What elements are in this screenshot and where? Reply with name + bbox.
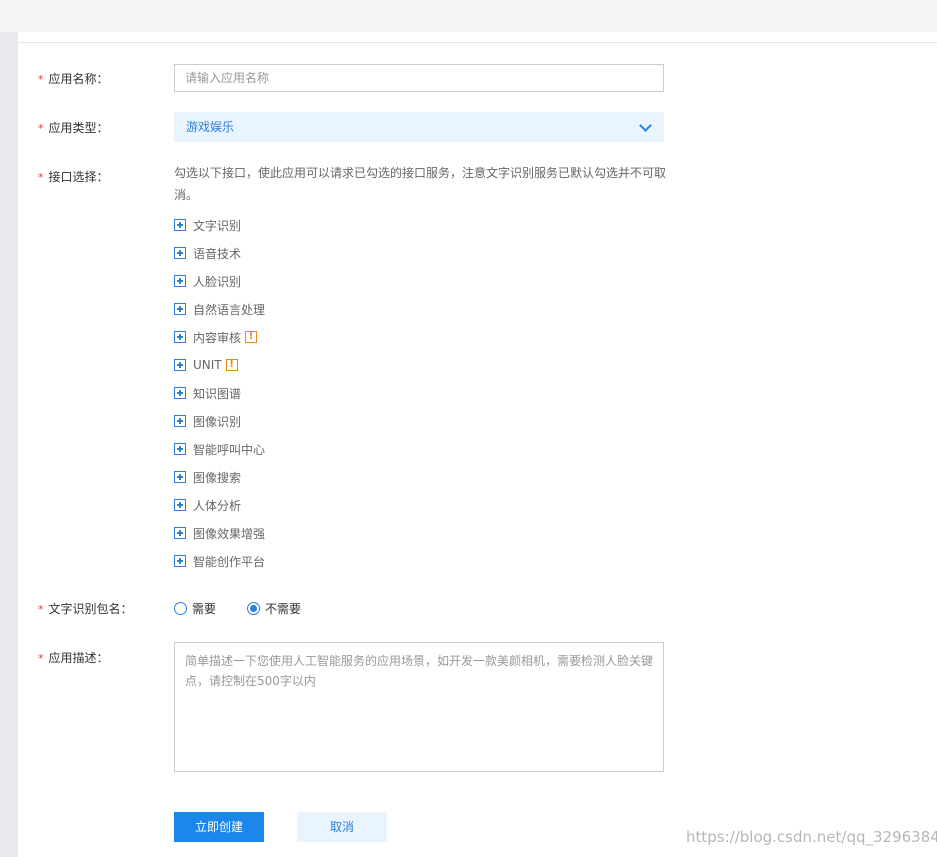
- api-item-body-analysis[interactable]: 人体分析: [174, 498, 241, 513]
- expand-plus-icon[interactable]: [174, 331, 186, 343]
- expand-plus-icon[interactable]: [174, 555, 186, 567]
- expand-plus-icon[interactable]: [174, 219, 186, 231]
- api-item-unit[interactable]: UNIT!: [174, 358, 238, 372]
- api-item-creation-platform[interactable]: 智能创作平台: [174, 554, 265, 569]
- required-mark: *: [38, 603, 44, 616]
- expand-plus-icon[interactable]: [174, 247, 186, 259]
- api-item-image-search[interactable]: 图像搜索: [174, 470, 241, 485]
- header-divider: [18, 42, 937, 43]
- expand-plus-icon[interactable]: [174, 275, 186, 287]
- ocr-package-label: * 文字识别包名：: [38, 602, 133, 616]
- api-item-speech[interactable]: 语音技术: [174, 246, 241, 261]
- required-mark: *: [38, 171, 44, 184]
- app-desc-textarea[interactable]: 简单描述一下您使用人工智能服务的应用场景，如开发一款美颜相机，需要检测人脸关键点…: [174, 642, 664, 772]
- expand-plus-icon[interactable]: [174, 387, 186, 399]
- chevron-down-icon: [639, 119, 652, 132]
- expand-plus-icon[interactable]: [174, 527, 186, 539]
- required-mark: *: [38, 122, 44, 135]
- expand-plus-icon[interactable]: [174, 471, 186, 483]
- api-select-label: * 接口选择：: [38, 170, 109, 184]
- api-item-image-recognition[interactable]: 图像识别: [174, 414, 241, 429]
- required-mark: *: [38, 73, 44, 86]
- api-item-knowledge-graph[interactable]: 知识图谱: [174, 386, 241, 401]
- expand-plus-icon[interactable]: [174, 499, 186, 511]
- app-name-input[interactable]: 请输入应用名称: [174, 64, 664, 92]
- api-item-content-review[interactable]: 内容审核!: [174, 330, 258, 345]
- top-bar: [0, 0, 937, 32]
- warning-icon[interactable]: !: [245, 331, 258, 343]
- app-type-label: * 应用类型：: [38, 121, 109, 135]
- app-desc-label: * 应用描述：: [38, 651, 109, 665]
- app-type-value: 游戏娱乐: [186, 120, 235, 134]
- expand-plus-icon[interactable]: [174, 303, 186, 315]
- api-item-nlp[interactable]: 自然语言处理: [174, 302, 265, 317]
- expand-plus-icon[interactable]: [174, 415, 186, 427]
- warning-icon[interactable]: !: [225, 359, 238, 371]
- radio-button-need[interactable]: [174, 602, 187, 615]
- radio-button-not-need[interactable]: [247, 602, 260, 615]
- api-item-image-enhance[interactable]: 图像效果增强: [174, 526, 265, 541]
- api-item-ocr[interactable]: 文字识别: [174, 218, 241, 233]
- api-select-hint: 勾选以下接口，使此应用可以请求已勾选的接口服务，注意文字识别服务已默认勾选并不可…: [174, 166, 667, 202]
- left-sidebar-strip: [0, 32, 18, 857]
- watermark-text: https://blog.csdn.net/qq_32963841: [686, 828, 937, 846]
- cancel-button[interactable]: 取消: [297, 812, 387, 842]
- radio-option-not-need[interactable]: 不需要: [247, 600, 301, 617]
- create-button[interactable]: 立即创建: [174, 812, 264, 842]
- expand-plus-icon[interactable]: [174, 359, 186, 371]
- app-name-label: * 应用名称：: [38, 72, 109, 86]
- api-item-call-center[interactable]: 智能呼叫中心: [174, 442, 265, 457]
- radio-option-need[interactable]: 需要: [174, 600, 216, 617]
- required-mark: *: [38, 652, 44, 665]
- expand-plus-icon[interactable]: [174, 443, 186, 455]
- app-type-select[interactable]: 游戏娱乐: [174, 112, 664, 142]
- api-item-face[interactable]: 人脸识别: [174, 274, 241, 289]
